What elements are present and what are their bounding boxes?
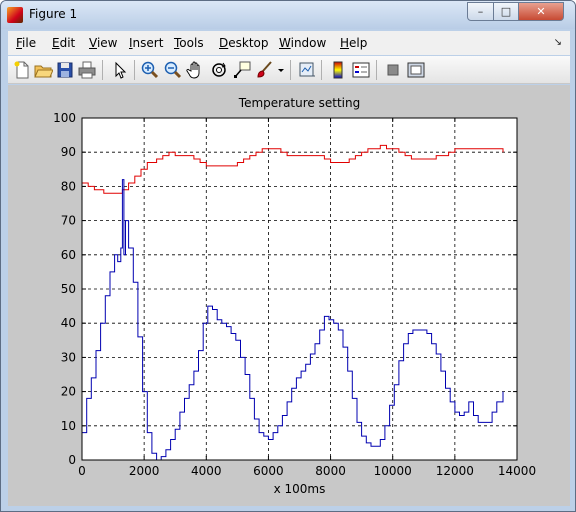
insert-colorbar-icon [333, 61, 343, 79]
toolbar-separator [134, 60, 135, 80]
brush-dropdown-button[interactable] [276, 60, 286, 80]
y-tick-label: 30 [61, 350, 76, 364]
y-tick-label: 50 [61, 282, 76, 296]
y-tick-label: 60 [61, 248, 76, 262]
hide-plot-tools-button[interactable] [383, 60, 403, 80]
show-plot-tools-button[interactable] [406, 60, 426, 80]
toolbar-separator [290, 60, 291, 80]
zoom-out-icon [164, 61, 182, 79]
x-tick-label: 6000 [253, 464, 284, 478]
new-figure-icon [14, 61, 29, 79]
chart-title: Temperature setting [238, 96, 360, 110]
y-tick-label: 90 [61, 145, 76, 159]
open-file-icon [34, 65, 54, 78]
y-tick-label: 100 [53, 111, 76, 125]
brush-button[interactable] [255, 60, 275, 80]
insert-colorbar-button[interactable] [328, 60, 348, 80]
y-tick-label: 10 [61, 419, 76, 433]
open-file-button[interactable] [33, 60, 54, 80]
minimize-button[interactable]: – [467, 2, 494, 21]
hide-plot-tools-icon [387, 64, 399, 76]
menu-desktop[interactable]: Desktop [219, 36, 269, 50]
figure-toolbar [8, 56, 570, 84]
zoom-in-button[interactable] [140, 60, 160, 80]
maximize-button[interactable]: □ [493, 2, 519, 21]
data-cursor-button[interactable] [232, 60, 252, 80]
x-tick-label: 8000 [315, 464, 346, 478]
data-cursor-icon [234, 61, 251, 78]
y-tick-label: 20 [61, 385, 76, 399]
menu-edit[interactable]: Edit [52, 36, 75, 50]
x-tick-label: 2000 [129, 464, 160, 478]
x-tick-label: 4000 [191, 464, 222, 478]
insert-legend-button[interactable] [351, 60, 371, 80]
y-tick-label: 80 [61, 179, 76, 193]
menu-bar: File Edit View Insert Tools Desktop Wind… [8, 31, 570, 55]
toolbar-separator [321, 60, 322, 80]
menu-file[interactable]: File [16, 36, 36, 50]
save-icon [57, 62, 73, 78]
figure-svg: 0 2000 4000 6000 8000 10000 12000 14000 0 10 20 30 4… [53, 96, 536, 496]
y-tick-label: 0 [68, 453, 76, 467]
print-icon [78, 61, 96, 79]
y-tick-label: 70 [61, 214, 76, 228]
new-figure-button[interactable] [12, 60, 32, 80]
x-tick-label: 14000 [498, 464, 536, 478]
x-tick-label: 10000 [374, 464, 412, 478]
rotate-3d-button[interactable] [209, 60, 229, 80]
save-button[interactable] [55, 60, 75, 80]
toolbar-separator [102, 60, 103, 80]
zoom-in-icon [141, 61, 159, 79]
link-plot-button[interactable] [297, 60, 317, 80]
figure-window: Figure 1 – □ ✕ File Edit View Insert Too… [0, 0, 576, 512]
menu-help[interactable]: Help [340, 36, 367, 50]
edit-plot-arrow-icon [115, 61, 127, 79]
rotate-3d-icon [212, 62, 226, 77]
zoom-out-button[interactable] [163, 60, 183, 80]
x-tick-label: 12000 [436, 464, 474, 478]
menu-tools[interactable]: Tools [174, 36, 204, 50]
link-plot-icon [299, 62, 315, 77]
window-title: Figure 1 [29, 7, 78, 21]
x-tick-label: 0 [78, 464, 86, 478]
insert-legend-icon [352, 62, 370, 78]
brush-icon [257, 61, 272, 78]
pan-hand-icon [186, 61, 200, 79]
chevron-down-icon [278, 69, 284, 72]
title-bar[interactable]: Figure 1 – □ ✕ [1, 1, 575, 29]
close-button[interactable]: ✕ [518, 2, 564, 21]
menu-insert[interactable]: Insert [129, 36, 163, 50]
edit-plot-button[interactable] [110, 60, 130, 80]
matlab-logo-icon [7, 7, 23, 23]
dock-arrow-icon[interactable]: ↘ [554, 37, 562, 48]
menu-window[interactable]: Window [279, 36, 326, 50]
menu-view[interactable]: View [89, 36, 117, 50]
figure-canvas: 0 2000 4000 6000 8000 10000 12000 14000 0 10 20 30 4… [8, 85, 570, 506]
y-tick-label: 40 [61, 316, 76, 330]
pan-button[interactable] [186, 60, 206, 80]
toolbar-separator [376, 60, 377, 80]
show-plot-tools-icon [407, 62, 425, 78]
print-button[interactable] [77, 60, 97, 80]
x-axis-label: x 100ms [274, 482, 326, 496]
